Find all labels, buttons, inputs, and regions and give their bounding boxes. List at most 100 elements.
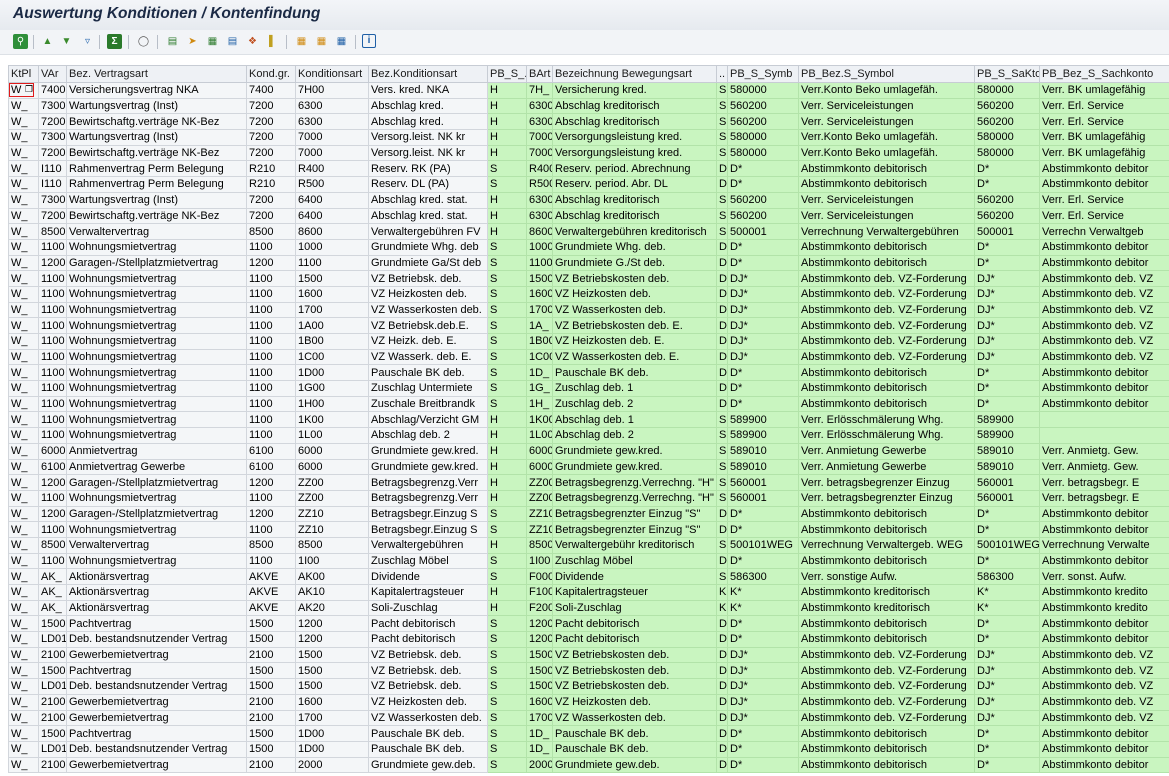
cell-kondgr[interactable]: 2100 xyxy=(246,693,296,711)
cell-konditionsart[interactable]: 1100 xyxy=(295,254,369,272)
cell-pb-bez-s-sachkonto[interactable]: Verr. Anmietg. Gew. xyxy=(1039,442,1169,460)
cell-kondgr[interactable]: 1100 xyxy=(246,489,296,507)
cell-pb-s-sakto[interactable]: D* xyxy=(974,380,1040,397)
cell-kondgr[interactable]: AKVE xyxy=(246,568,296,585)
cell-bart[interactable]: 1100 xyxy=(526,254,553,272)
cell-pb-bez-s-symbol[interactable]: Abstimmkonto debitorisch xyxy=(798,254,975,272)
cell-bez-vertragsart[interactable]: Versicherungsvertrag NKA xyxy=(66,82,247,99)
cell-pb-s[interactable]: S xyxy=(487,301,527,319)
table-row[interactable]: W_ 1100 Wohnungsmietvertrag 1100 1000 Grundmi… xyxy=(8,238,1169,256)
graphic-icon[interactable]: ▌ xyxy=(265,34,280,49)
cell-pb-s-sakto[interactable]: DJ* xyxy=(974,662,1040,680)
cell-bart[interactable]: 6000 xyxy=(526,458,553,476)
table-row[interactable]: W_ 8500 Verwaltervertrag 8500 8600 Verwalterg… xyxy=(8,223,1169,240)
cell-bez-vertragsart[interactable]: Pachtvertrag xyxy=(66,615,247,633)
cell-konditionsart[interactable]: 1I00 xyxy=(295,552,369,570)
cell-pb-bez-s-symbol[interactable]: Abstimmkonto debitorisch xyxy=(798,364,975,382)
cell-var[interactable]: 8500 xyxy=(38,536,67,554)
cell-pb-s-symb[interactable]: D* xyxy=(727,395,799,413)
cell-bez-konditionsart[interactable]: VZ Wasserk. deb. E. xyxy=(368,348,488,366)
cell-bez-konditionsart[interactable]: Abschlag kred. stat. xyxy=(368,207,488,225)
cell-pb-bez-s-symbol[interactable]: Abstimmkonto kreditorisch xyxy=(798,584,975,601)
table-row[interactable]: W_ 1100 Wohnungsmietvertrag 1100 1I00 Zuschla… xyxy=(8,552,1169,570)
cell-var[interactable]: 7300 xyxy=(38,97,67,115)
cell-pb-s-symb[interactable]: DJ* xyxy=(727,285,799,303)
cell-bez-bewegungsart[interactable]: VZ Betriebskosten deb. xyxy=(552,662,717,680)
cell-bez-konditionsart[interactable]: Grundmiete gew.deb. xyxy=(368,756,488,774)
cell-dots[interactable]: S xyxy=(716,113,728,131)
cell-pb-s-sakto[interactable]: D* xyxy=(974,395,1040,413)
cell-var[interactable]: I110 xyxy=(38,160,67,178)
table-row[interactable]: W_ 1100 Wohnungsmietvertrag 1100 ZZ10 Betrags… xyxy=(8,521,1169,538)
cell-ktpl[interactable]: W_ xyxy=(8,584,39,601)
cell-bart[interactable]: 1A_ xyxy=(526,317,553,334)
table-row[interactable]: W_ 1100 Wohnungsmietvertrag 1100 ZZ00 Betrags… xyxy=(8,489,1169,507)
cell-kondgr[interactable]: 7200 xyxy=(246,129,296,146)
cell-bart[interactable]: 7000 xyxy=(526,129,553,146)
cell-pb-bez-s-symbol[interactable]: Abstimmkonto deb. VZ-Forderung xyxy=(798,348,975,366)
cell-bart[interactable]: 1700 xyxy=(526,301,553,319)
cell-bez-konditionsart[interactable]: Soli-Zuschlag xyxy=(368,599,488,617)
cell-ktpl[interactable]: W_ xyxy=(8,678,39,695)
cell-pb-bez-s-sachkonto[interactable]: Abstimmkonto deb. VZ xyxy=(1039,709,1169,727)
cell-pb-s-sakto[interactable]: 580000 xyxy=(974,144,1040,162)
cell-kondgr[interactable]: 1100 xyxy=(246,270,296,287)
cell-kondgr[interactable]: 1500 xyxy=(246,740,296,758)
cell-ktpl[interactable]: W_ xyxy=(8,552,39,570)
cell-bart[interactable]: 1200 xyxy=(526,631,553,648)
save-layout-icon[interactable]: ▦ xyxy=(334,34,349,49)
cell-var[interactable]: 1100 xyxy=(38,238,67,256)
cell-konditionsart[interactable]: 8500 xyxy=(295,536,369,554)
cell-bart[interactable]: 1B00 xyxy=(526,333,553,350)
cell-pb-bez-s-symbol[interactable]: Abstimmkonto debitorisch xyxy=(798,505,975,523)
cell-pb-bez-s-sachkonto[interactable]: Verrechn Verwaltgeb xyxy=(1039,223,1169,240)
cell-pb-s-symb[interactable]: DJ* xyxy=(727,678,799,695)
cell-dots[interactable]: K xyxy=(716,599,728,617)
cell-pb-s-sakto[interactable]: 500001 xyxy=(974,223,1040,240)
cell-bez-vertragsart[interactable]: Wohnungsmietvertrag xyxy=(66,317,247,334)
cell-pb-s-symb[interactable]: D* xyxy=(727,505,799,523)
cell-bez-konditionsart[interactable]: VZ Betriebsk. deb. xyxy=(368,662,488,680)
cell-pb-bez-s-symbol[interactable]: Abstimmkonto deb. VZ-Forderung xyxy=(798,678,975,695)
cell-bez-konditionsart[interactable]: VZ Heizk. deb. E. xyxy=(368,333,488,350)
cell-dots[interactable]: D xyxy=(716,709,728,727)
cell-pb-s-sakto[interactable]: D* xyxy=(974,521,1040,538)
cell-bez-konditionsart[interactable]: VZ Heizkosten deb. xyxy=(368,285,488,303)
cell-kondgr[interactable]: AKVE xyxy=(246,599,296,617)
cell-bez-vertragsart[interactable]: Garagen-/Stellplatzmietvertrag xyxy=(66,474,247,491)
cell-pb-s[interactable]: S xyxy=(487,662,527,680)
cell-bez-bewegungsart[interactable]: Versorgungsleistung kred. xyxy=(552,129,717,146)
col-bez-konditionsart[interactable]: Bez.Konditionsart xyxy=(368,65,488,83)
cell-pb-s[interactable]: S xyxy=(487,380,527,397)
cell-pb-s[interactable]: S xyxy=(487,631,527,648)
cell-bez-vertragsart[interactable]: Deb. bestandsnutzender Vertrag xyxy=(66,631,247,648)
cell-var[interactable]: 1100 xyxy=(38,427,67,444)
cell-pb-s[interactable]: H xyxy=(487,584,527,601)
cell-pb-s-symb[interactable]: 589010 xyxy=(727,458,799,476)
table-row[interactable]: W_ I110 Rahmenvertrag Perm Belegung R210 R50… xyxy=(8,176,1169,193)
cell-konditionsart[interactable]: 1D00 xyxy=(295,725,369,742)
cell-kondgr[interactable]: 6100 xyxy=(246,458,296,476)
cell-pb-s-symb[interactable]: DJ* xyxy=(727,662,799,680)
cell-bez-konditionsart[interactable]: Grundmiete Whg. deb xyxy=(368,238,488,256)
cell-ktpl[interactable]: W_ xyxy=(8,505,39,523)
cell-konditionsart[interactable]: 6300 xyxy=(295,113,369,131)
cell-bez-bewegungsart[interactable]: Versicherung kred. xyxy=(552,82,717,99)
cell-konditionsart[interactable]: 1D00 xyxy=(295,740,369,758)
table-row[interactable]: W_ 1200 Garagen-/Stellplatzmietvertrag 1200… xyxy=(8,505,1169,523)
cell-pb-s-sakto[interactable]: 560001 xyxy=(974,489,1040,507)
cell-bart[interactable]: 7000 xyxy=(526,144,553,162)
cell-bez-konditionsart[interactable]: Zuschlag Untermiete xyxy=(368,380,488,397)
cell-kondgr[interactable]: 1500 xyxy=(246,678,296,695)
cell-dots[interactable]: S xyxy=(716,82,728,99)
cell-var[interactable]: 8500 xyxy=(38,223,67,240)
cell-pb-s-symb[interactable]: 560200 xyxy=(727,207,799,225)
cell-pb-bez-s-sachkonto[interactable]: Abstimmkonto debitor xyxy=(1039,176,1169,193)
cell-ktpl[interactable]: W_ xyxy=(8,568,39,585)
cell-kondgr[interactable]: 7200 xyxy=(246,113,296,131)
cell-pb-s-symb[interactable]: DJ* xyxy=(727,301,799,319)
cell-bez-bewegungsart[interactable]: VZ Wasserkosten deb. xyxy=(552,301,717,319)
cell-bart[interactable]: 1D_ xyxy=(526,740,553,758)
cell-bez-vertragsart[interactable]: Garagen-/Stellplatzmietvertrag xyxy=(66,254,247,272)
cell-pb-s-sakto[interactable]: DJ* xyxy=(974,333,1040,350)
